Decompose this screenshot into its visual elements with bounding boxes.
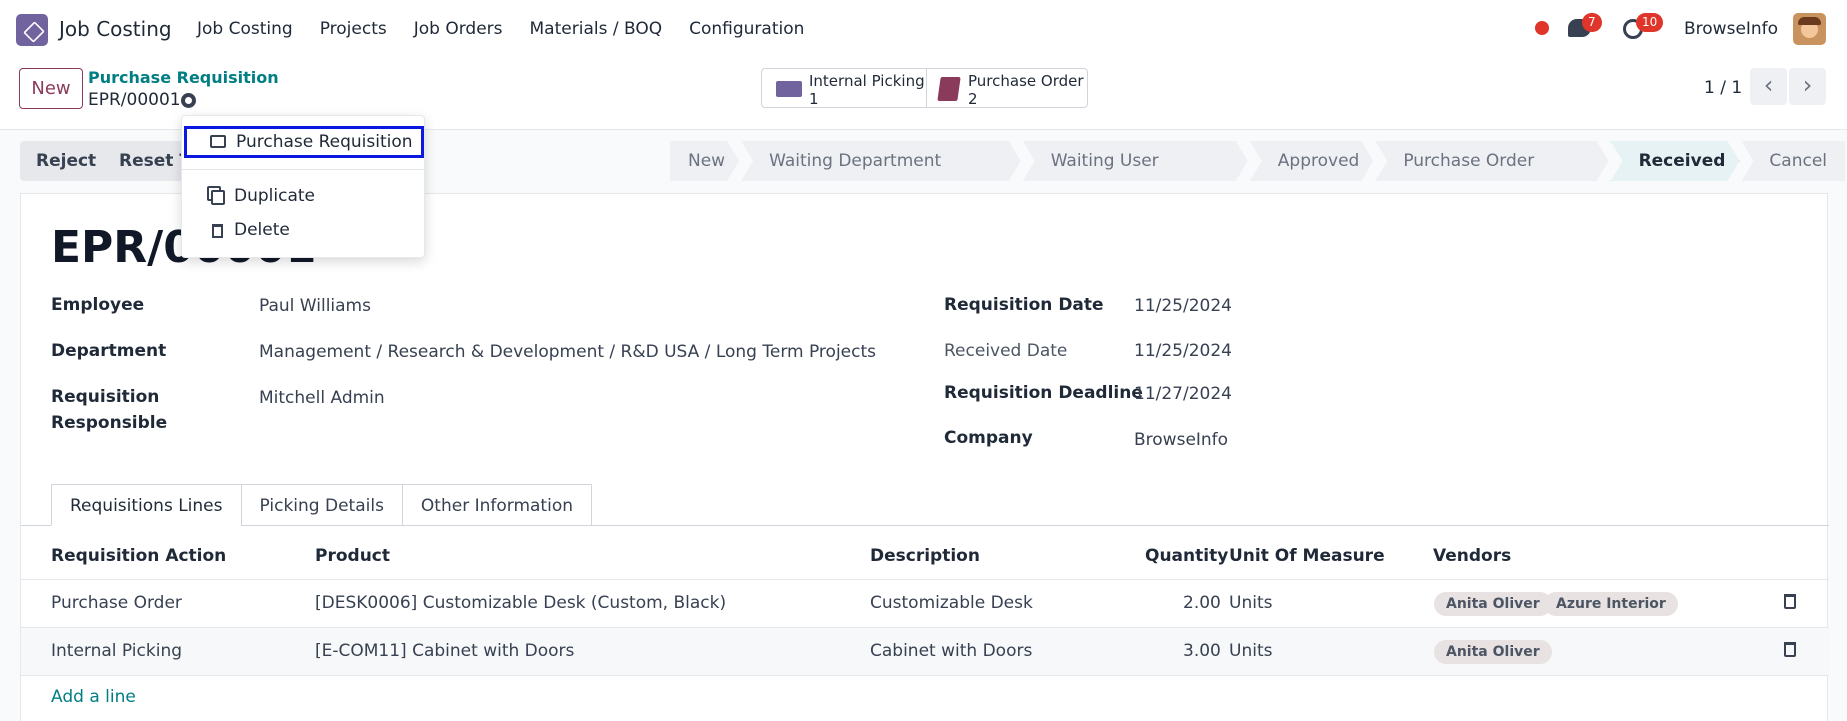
stage-purchase-order-created[interactable]: Purchase Order Created <box>1375 141 1608 181</box>
copy-icon <box>211 190 225 205</box>
smart-button-label: Purchase Order <box>968 72 1084 90</box>
status-bar: New Waiting Department Approval Waiting … <box>670 141 1847 181</box>
received-date-field[interactable]: 11/25/2024 <box>1134 341 1232 361</box>
print-icon <box>210 135 226 148</box>
smart-button-count: 1 <box>809 90 819 108</box>
user-name[interactable]: BrowseInfo <box>1684 19 1778 39</box>
cell-action: Internal Picking <box>51 641 183 661</box>
pager-next-button[interactable]: › <box>1789 68 1826 105</box>
tab-other-information[interactable]: Other Information <box>401 484 593 526</box>
internal-picking-smart-button[interactable]: Internal Picking 1 <box>761 68 927 108</box>
tab-picking-details[interactable]: Picking Details <box>240 484 403 526</box>
activities-badge: 10 <box>1636 13 1664 32</box>
stage-cancel[interactable]: Cancel <box>1741 141 1845 181</box>
form-sheet: EPR/00001 Employee Paul Williams Departm… <box>20 193 1829 721</box>
col-requisition-action[interactable]: Requisition Action <box>51 546 226 566</box>
cell-uom: Units <box>1229 593 1273 613</box>
breadcrumb-parent[interactable]: Purchase Requisition <box>88 68 279 87</box>
main-menu: Job Costing Projects Job Orders Material… <box>197 19 804 39</box>
cell-quantity: 3.00 <box>1183 641 1221 661</box>
truck-icon <box>776 81 802 97</box>
pager-value[interactable]: 1 / 1 <box>1704 78 1742 98</box>
cell-quantity: 2.00 <box>1183 593 1221 613</box>
col-description[interactable]: Description <box>870 546 980 566</box>
vendor-tag: Anita Oliver <box>1434 592 1552 616</box>
print-purchase-requisition-item[interactable]: Purchase Requisition <box>184 126 424 158</box>
gear-icon[interactable] <box>181 93 196 108</box>
trash-icon <box>212 224 223 238</box>
row-divider <box>21 675 1829 676</box>
stage-new[interactable]: New <box>670 141 739 181</box>
delete-label: Delete <box>234 220 290 240</box>
delete-line-trash-icon[interactable] <box>1784 594 1796 609</box>
stage-waiting-user-approved[interactable]: Waiting User Approved <box>1023 141 1248 181</box>
chevron-left-icon: ‹ <box>1763 71 1774 99</box>
cell-description: Customizable Desk <box>870 593 1033 613</box>
menu-configuration[interactable]: Configuration <box>689 19 804 39</box>
messages-badge: 7 <box>1582 13 1602 32</box>
add-line-link[interactable]: Add a line <box>51 687 136 707</box>
app-name[interactable]: Job Costing <box>59 17 172 41</box>
duplicate-label: Duplicate <box>234 186 315 206</box>
cell-description: Cabinet with Doors <box>870 641 1033 661</box>
responsible-label-line2: Responsible <box>51 413 168 433</box>
stage-approved[interactable]: Approved <box>1250 141 1374 181</box>
cell-product: [DESK0006] Customizable Desk (Custom, Bl… <box>315 593 727 613</box>
company-field[interactable]: BrowseInfo <box>1134 430 1228 450</box>
department-field[interactable]: Management / Research & Development / R&… <box>259 342 876 362</box>
tab-requisitions-lines[interactable]: Requisitions Lines <box>51 484 242 526</box>
smart-button-label: Internal Picking <box>809 72 925 90</box>
vendor-tag: Anita Oliver <box>1434 640 1552 664</box>
requisition-deadline-field[interactable]: 11/27/2024 <box>1134 384 1232 404</box>
cell-uom: Units <box>1229 641 1273 661</box>
cell-product: [E-COM11] Cabinet with Doors <box>315 641 575 661</box>
smart-button-count: 2 <box>968 90 978 108</box>
responsible-label-line1: Requisition <box>51 387 160 407</box>
book-icon <box>937 77 961 101</box>
delete-item[interactable]: Delete <box>182 215 426 247</box>
received-date-label: Received Date <box>944 341 1068 361</box>
notebook-tabs: Requisitions Lines Picking Details Other… <box>51 484 593 526</box>
chevron-right-icon: › <box>1802 71 1813 99</box>
cell-action: Purchase Order <box>51 593 182 613</box>
menu-job-costing[interactable]: Job Costing <box>197 19 293 39</box>
table-row[interactable]: Internal Picking [E-COM11] Cabinet with … <box>21 628 1829 675</box>
top-navbar: Job Costing Job Costing Projects Job Ord… <box>0 0 1847 58</box>
new-button[interactable]: New <box>19 68 83 109</box>
col-product[interactable]: Product <box>315 546 390 566</box>
col-vendors[interactable]: Vendors <box>1433 546 1511 566</box>
print-item-label: Purchase Requisition <box>236 132 413 152</box>
employee-label: Employee <box>51 295 145 315</box>
breadcrumb-current: EPR/00001 <box>88 90 181 110</box>
company-label: Company <box>944 428 1033 448</box>
gear-action-dropdown: Purchase Requisition Duplicate Delete <box>181 115 426 258</box>
stage-waiting-department-approval[interactable]: Waiting Department Approval <box>741 141 1021 181</box>
stage-received[interactable]: Received <box>1611 141 1740 181</box>
pager-previous-button[interactable]: ‹ <box>1750 68 1787 105</box>
dropdown-divider <box>182 169 426 170</box>
menu-projects[interactable]: Projects <box>320 19 387 39</box>
delete-line-trash-icon[interactable] <box>1784 642 1796 657</box>
requisition-date-field[interactable]: 11/25/2024 <box>1134 296 1232 316</box>
requisition-deadline-label: Requisition Deadline <box>944 383 1143 403</box>
requisition-date-label: Requisition Date <box>944 295 1104 315</box>
purchase-order-smart-button[interactable]: Purchase Order 2 <box>926 68 1088 108</box>
table-row[interactable]: Purchase Order [DESK0006] Customizable D… <box>21 580 1829 627</box>
col-quantity[interactable]: Quantity <box>1145 546 1228 566</box>
menu-materials-boq[interactable]: Materials / BOQ <box>530 19 663 39</box>
col-unit-of-measure[interactable]: Unit Of Measure <box>1229 546 1385 566</box>
duplicate-item[interactable]: Duplicate <box>182 181 426 213</box>
vendor-tag: Azure Interior <box>1544 592 1678 616</box>
reset-button[interactable]: Reset To <box>103 141 193 181</box>
reject-button[interactable]: Reject <box>20 141 113 181</box>
responsible-field[interactable]: Mitchell Admin <box>259 388 385 408</box>
department-label: Department <box>51 341 167 361</box>
employee-field[interactable]: Paul Williams <box>259 296 371 316</box>
menu-job-orders[interactable]: Job Orders <box>414 19 503 39</box>
user-avatar[interactable] <box>1793 13 1826 45</box>
app-logo-icon[interactable] <box>16 14 48 46</box>
recording-indicator-icon[interactable] <box>1535 21 1549 35</box>
